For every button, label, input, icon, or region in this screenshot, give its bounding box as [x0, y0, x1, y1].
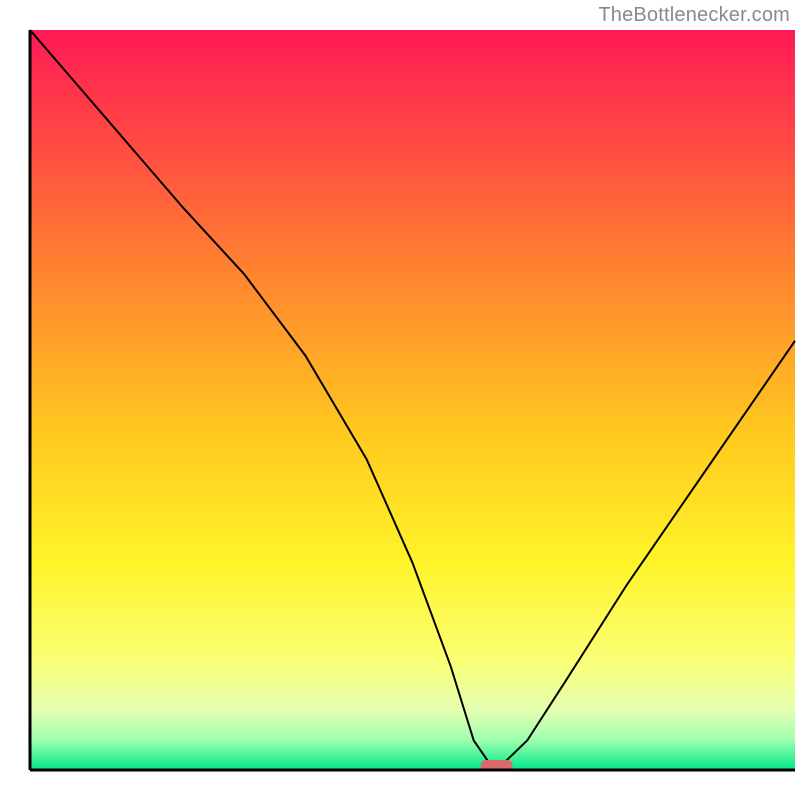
chart-background	[30, 30, 795, 770]
bottleneck-chart: TheBottlenecker.com	[0, 0, 800, 800]
chart-svg	[0, 0, 800, 800]
plot-area	[30, 30, 795, 771]
